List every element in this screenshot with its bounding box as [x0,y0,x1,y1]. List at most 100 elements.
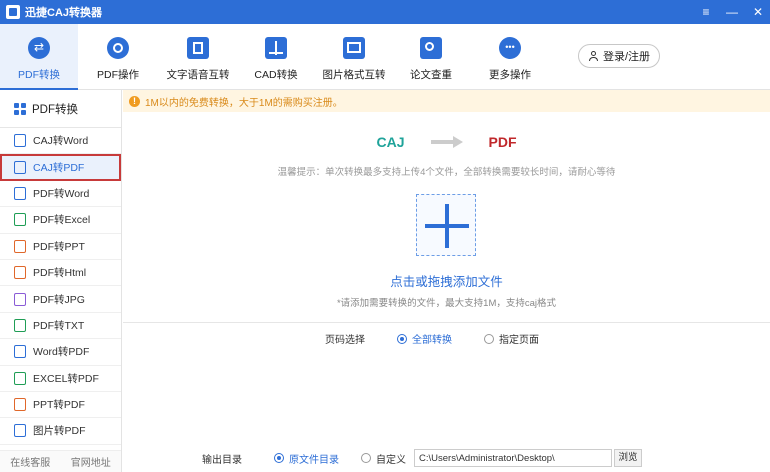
tool-label: PDF操作 [97,69,139,81]
sidebar-item[interactable]: PDF转JPG [0,286,121,313]
sidebar-item[interactable]: CAJ转PDF [0,154,121,181]
sidebar-item[interactable]: PDF转TXT [0,313,121,340]
search-doc-icon [420,37,442,59]
sidebar-item[interactable]: CAJ转Word [0,128,121,155]
tool-label: 更多操作 [489,69,531,81]
app-logo-icon [6,5,20,19]
website-link[interactable]: 官网地址 [71,454,111,469]
sidebar-item-label: PDF转JPG [33,293,85,306]
radio-custom-dir[interactable]: 自定义 [361,451,406,466]
minimize-icon[interactable]: — [726,6,738,18]
add-file-label[interactable]: 点击或拖拽添加文件 [123,271,770,290]
tool-cad-convert[interactable]: CAD转换 [244,24,308,90]
file-dropzone[interactable] [416,194,476,256]
grid-icon [14,102,26,115]
tool-more[interactable]: 更多操作 [480,24,540,90]
output-dir-label: 输出目录 [202,454,242,466]
output-path-input[interactable] [414,449,612,467]
sidebar-item-label: PDF转Word [33,187,90,200]
file-type-icon [14,266,26,280]
sidebar-item[interactable]: PDF转Word [0,181,121,208]
more-icon [499,37,521,59]
file-type-icon [14,292,26,306]
notice-text: 1M以内的免费转换，大于1M的需购买注册。 [145,97,343,109]
radio-label: 全部转换 [412,335,452,346]
title-bar: 迅捷CAJ转换器 ≡ — ✕ [0,0,770,24]
tool-pdf-operations[interactable]: PDF操作 [84,24,152,90]
sidebar-item-label: PDF转Html [33,267,87,280]
notice-bar: ! 1M以内的免费转换，大于1M的需购买注册。 [123,90,770,112]
sidebar-item[interactable]: PDF转Html [0,260,121,287]
tool-image-convert[interactable]: 图片格式互转 [316,24,392,90]
image-icon [343,37,365,59]
swap-icon [28,37,50,59]
sidebar-item-label: PDF转Excel [33,214,91,227]
file-type-icon [14,186,26,200]
menu-icon[interactable]: ≡ [700,6,712,18]
tool-label: PDF转换 [18,69,60,81]
output-dir-row: 输出目录 原文件目录 自定义 浏览 [202,449,642,467]
page-select-label: 页码选择 [325,335,365,346]
speech-icon [187,37,209,59]
file-type-icon [14,318,26,332]
sidebar-item-label: 图片转PDF [33,425,86,438]
sidebar-item-label: Word转PDF [33,346,90,359]
sidebar-item[interactable]: PPT转PDF [0,392,121,419]
plus-icon [425,204,469,248]
gear-icon [107,37,129,59]
sidebar-heading-label: PDF转换 [32,103,78,116]
sidebar-item-label: CAJ转Word [33,135,89,148]
from-format: CAJ [376,134,405,150]
warning-icon: ! [129,95,140,107]
sidebar-list: CAJ转Word CAJ转PDF PDF转Word PDF转Excel PDF转PPT P… [0,128,121,445]
page-select-row: 页码选择 全部转换 指定页面 [325,331,539,346]
sidebar: PDF转换 CAJ转Word CAJ转PDF PDF转Word PDF转Excel PD… [0,90,122,472]
to-format: PDF [488,134,517,150]
file-type-icon [14,345,26,359]
tool-paper-check[interactable]: 论文查重 [400,24,462,90]
radio-label: 自定义 [376,454,406,466]
file-type-icon [14,371,26,385]
tool-label: 图片格式互转 [322,69,386,81]
dropzone-hint: *请添加需要转换的文件，最大支持1M，支持caj格式 [336,298,557,309]
sidebar-item[interactable]: Word转PDF [0,339,121,366]
radio-dot [397,333,407,344]
radio-dot [484,333,494,344]
sidebar-heading: PDF转换 [0,90,121,128]
online-service-link[interactable]: 在线客服 [10,454,50,469]
tool-label: 论文查重 [410,69,452,81]
login-label: 登录/注册 [602,51,651,63]
tool-pdf-convert[interactable]: PDF转换 [0,24,78,90]
radio-dot [274,453,284,463]
close-icon[interactable]: ✕ [752,6,764,18]
radio-label: 原文件目录 [289,454,339,466]
sidebar-item[interactable]: EXCEL转PDF [0,366,121,392]
tool-text-speech[interactable]: 文字语音互转 [160,24,236,90]
sidebar-item-label: EXCEL转PDF [33,372,99,385]
tool-label: 文字语音互转 [166,69,230,81]
sidebar-item-label: CAJ转PDF [33,161,85,174]
radio-source-dir[interactable]: 原文件目录 [274,451,339,466]
sidebar-item-label: PDF转PPT [33,240,85,253]
radio-all-pages[interactable]: 全部转换 [397,331,452,346]
main-toolbar: PDF转换 PDF操作 文字语音互转 CAD转换 图片格式互转 论文查重 更多操… [0,24,770,90]
sidebar-item[interactable]: PDF转PPT [0,234,121,260]
sidebar-item-label: PDF转TXT [33,319,85,332]
sidebar-item[interactable]: PDF转Excel [0,207,121,234]
arrow-right-icon [430,136,463,148]
user-icon [588,51,598,61]
app-title: 迅捷CAJ转换器 [25,7,103,19]
radio-dot [361,453,371,463]
window-controls: ≡ — ✕ [700,0,764,24]
radio-specific-pages[interactable]: 指定页面 [484,331,539,346]
file-type-icon [14,134,26,148]
file-type-icon [14,213,26,227]
browse-button[interactable]: 浏览 [614,449,642,467]
file-type-icon [14,424,26,438]
sidebar-item[interactable]: 图片转PDF [0,418,121,445]
sidebar-item-label: PPT转PDF [33,399,85,412]
cad-icon [265,37,287,59]
login-button[interactable]: 登录/注册 [578,44,660,68]
file-type-icon [14,239,26,253]
conversion-header: CAJ PDF [123,134,770,150]
